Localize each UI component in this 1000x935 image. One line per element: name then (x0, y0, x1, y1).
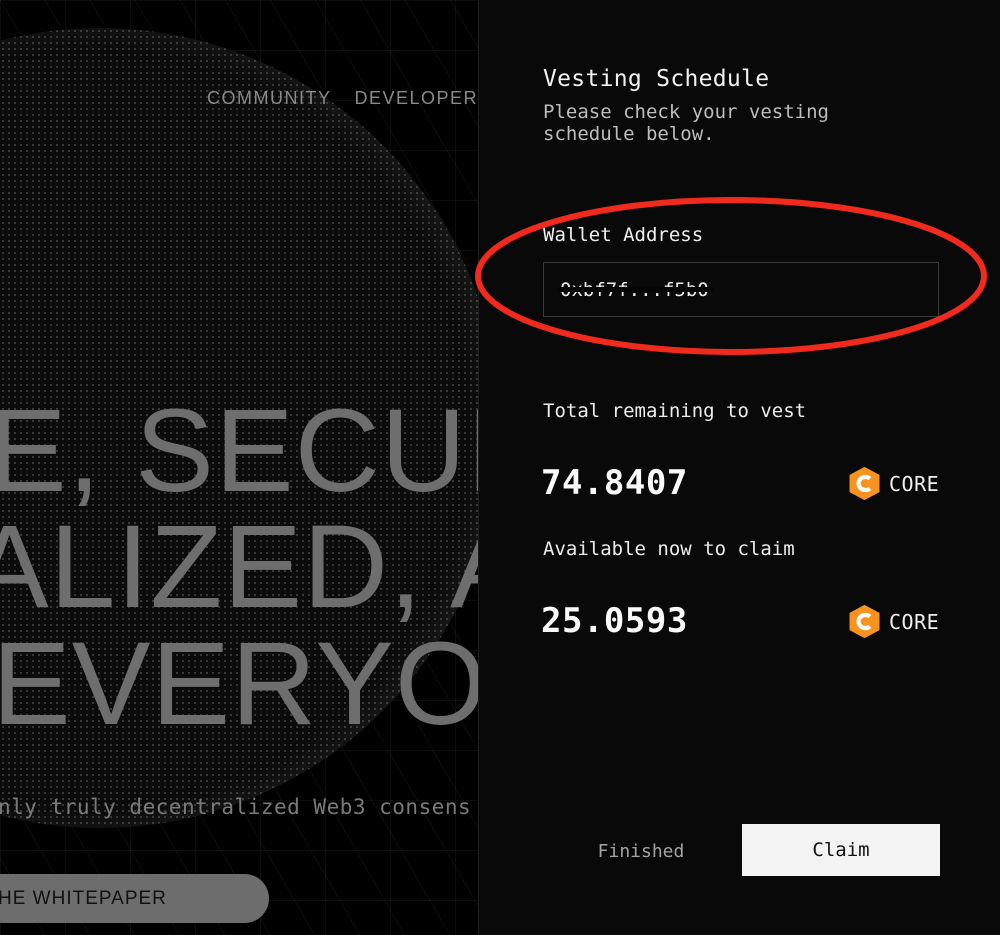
total-remaining-value: 74.8407 (541, 463, 688, 503)
nav-link-community[interactable]: COMMUNITY (207, 88, 332, 109)
redaction-bar (557, 287, 714, 292)
top-nav: COMMUNITY DEVELOPER (207, 88, 478, 109)
nav-link-developer[interactable]: DEVELOPER (355, 88, 479, 109)
vesting-schedule-panel: Vesting Schedule Please check your vesti… (478, 0, 1000, 935)
token-badge-total: CORE (849, 467, 939, 500)
available-now-value: 25.0593 (541, 601, 688, 641)
claim-button[interactable]: Claim (742, 824, 940, 876)
read-whitepaper-button[interactable]: HE WHITEPAPER (0, 874, 269, 923)
wallet-address-label: Wallet Address (543, 224, 704, 246)
token-badge-available: CORE (849, 605, 939, 638)
panel-subtitle: Please check your vesting schedule below… (543, 101, 829, 145)
hero-headline-line-2: ALIZED, A (0, 501, 480, 633)
panel-title: Vesting Schedule (543, 66, 770, 92)
total-remaining-label: Total remaining to vest (543, 400, 807, 422)
finished-button[interactable]: Finished (579, 834, 703, 868)
available-now-label: Available now to claim (543, 538, 795, 560)
hero-headline-line-3: EVERYO (0, 618, 480, 750)
core-token-icon (849, 605, 880, 638)
token-label: CORE (889, 609, 940, 634)
hero-headline-line-1: E, SECUR (0, 385, 480, 517)
hero-tagline: nly truly decentralized Web3 consens (0, 795, 472, 819)
background-landing-page: COMMUNITY DEVELOPER E, SECUR ALIZED, A E… (0, 0, 480, 935)
token-label: CORE (889, 471, 940, 496)
core-token-icon (849, 467, 880, 500)
